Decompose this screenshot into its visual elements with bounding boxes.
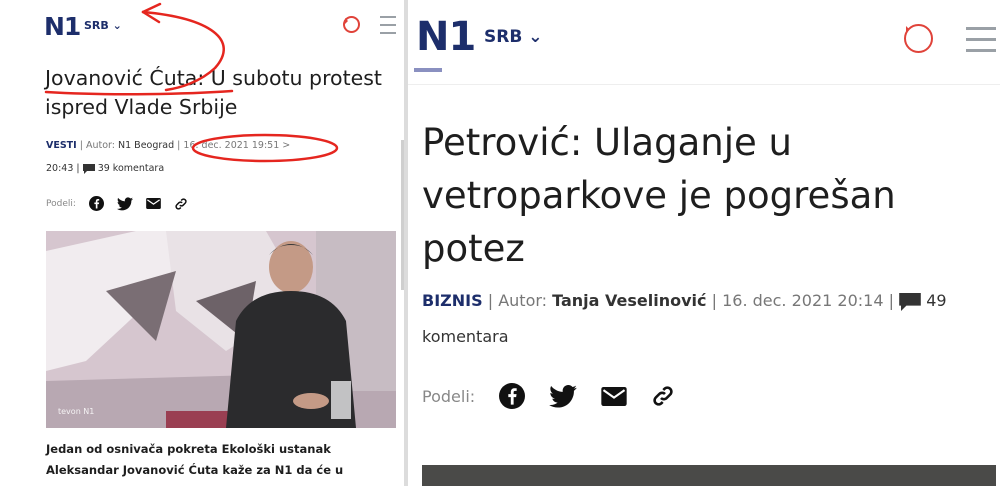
- header-divider: [408, 84, 1000, 85]
- category-link[interactable]: VESTI: [46, 140, 77, 151]
- play-icon[interactable]: [904, 24, 933, 53]
- hamburger-menu-icon[interactable]: [966, 27, 996, 52]
- active-nav-indicator: [414, 68, 442, 72]
- share-label: Podeli:: [46, 198, 76, 209]
- email-icon[interactable]: [146, 198, 161, 209]
- left-article-screenshot: N1 SRB ⌄ Jovanović Ćuta: U subotu protes…: [0, 0, 404, 486]
- comment-icon: [82, 163, 95, 174]
- publish-date: 16. dec. 2021 20:14: [722, 291, 884, 310]
- photo-watermark: tevon N1: [58, 407, 95, 416]
- chevron-down-icon: ⌄: [108, 19, 122, 32]
- author-name[interactable]: Tanja Veselinović: [552, 291, 706, 310]
- region-selector[interactable]: SRB ⌄: [484, 27, 542, 47]
- comments-link[interactable]: 39 komentara: [98, 163, 164, 174]
- article-headline: Jovanović Ćuta: U subotu protest ispred …: [45, 66, 382, 119]
- link-icon[interactable]: [174, 197, 188, 211]
- article-photo: [422, 465, 996, 486]
- share-bar: Podeli:: [422, 383, 675, 409]
- author-name[interactable]: N1 Beograd: [118, 140, 174, 151]
- region-label: SRB: [484, 27, 523, 47]
- email-icon[interactable]: [601, 386, 627, 406]
- link-icon[interactable]: [651, 384, 675, 408]
- play-icon[interactable]: [343, 16, 360, 33]
- article-meta: VESTI | Autor: N1 Beograd | 16. dec. 202…: [46, 140, 291, 151]
- comment-icon: [899, 292, 921, 311]
- update-time: 20:43: [46, 163, 74, 174]
- facebook-icon[interactable]: [499, 383, 526, 409]
- article-lead: Jedan od osnivača pokreta Ekološki ustan…: [46, 442, 344, 477]
- scrollbar[interactable]: [401, 140, 404, 290]
- article-meta: BIZNIS | Autor: Tanja Veselinović | 16. …: [422, 291, 947, 311]
- author-label: Autor:: [85, 140, 115, 151]
- comments-word[interactable]: komentara: [422, 327, 509, 346]
- twitter-icon[interactable]: [116, 196, 133, 211]
- comments-count[interactable]: 49: [926, 291, 946, 310]
- article-headline: Petrović: Ulaganje u vetroparkove je pog…: [422, 121, 896, 270]
- share-label: Podeli:: [422, 386, 476, 406]
- hamburger-menu-icon[interactable]: [380, 16, 396, 34]
- n1-logo[interactable]: N1: [44, 12, 81, 41]
- twitter-icon[interactable]: [549, 384, 577, 408]
- article-meta-2: 20:43 | 39 komentara: [46, 163, 165, 174]
- interview-photo-illustration: [46, 231, 396, 428]
- facebook-icon[interactable]: [88, 196, 104, 211]
- n1-logo[interactable]: N1: [416, 14, 476, 60]
- right-article-screenshot: N1 SRB ⌄ Petrović: Ulaganje u vetroparko…: [408, 0, 1000, 486]
- chevron-down-icon: ⌄: [522, 27, 543, 47]
- author-label: Autor:: [498, 291, 548, 310]
- region-label: SRB: [84, 19, 109, 32]
- category-link[interactable]: BIZNIS: [422, 291, 483, 310]
- share-bar: Podeli:: [46, 196, 188, 211]
- region-selector[interactable]: SRB ⌄: [84, 19, 122, 32]
- publish-date: 16. dec. 2021 19:51 >: [183, 140, 291, 151]
- article-photo: tevon N1: [46, 231, 396, 428]
